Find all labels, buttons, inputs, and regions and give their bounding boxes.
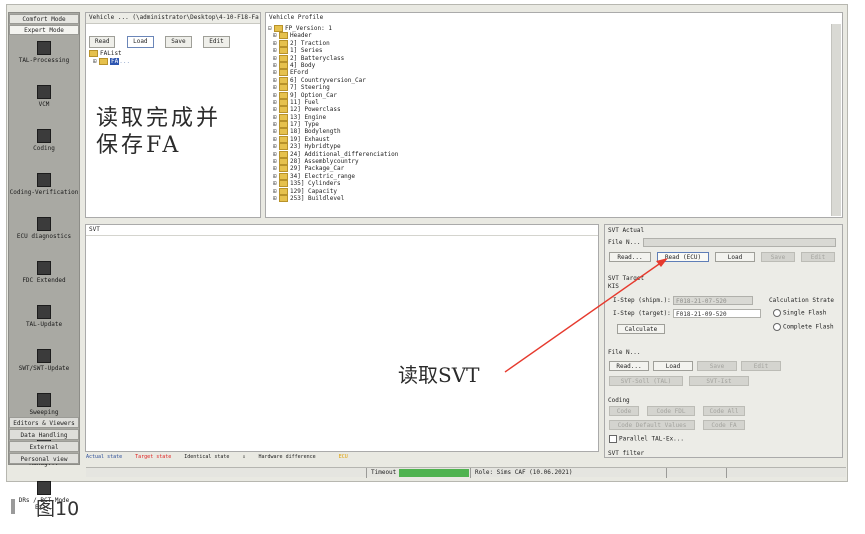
- caption-marker: [11, 499, 15, 514]
- figure-caption: 图10: [36, 498, 80, 520]
- annotation-arrow: [504, 258, 668, 373]
- arrow-line: [504, 261, 663, 373]
